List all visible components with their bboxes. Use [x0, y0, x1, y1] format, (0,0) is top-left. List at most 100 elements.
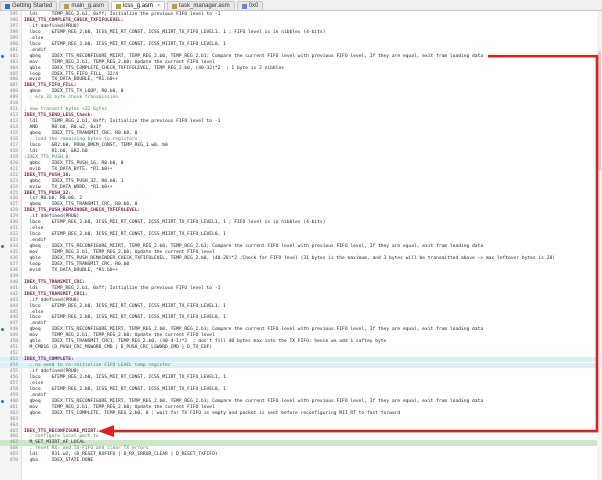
code-line[interactable]: 459 .endif: [0, 393, 602, 398]
code-text: qble IDEX_TTS_TRANSMIT_CRC1, TEMP_REG_2.…: [24, 339, 387, 345]
code-text: qbeq IDEX_TTS_TRANSMIT_CRC, R0.b0, 0: [24, 131, 138, 136]
code-line[interactable]: 468 ; reset RX- and TX-FIFO and clear TX…: [0, 446, 602, 451]
code-line[interactable]: 452: [0, 351, 602, 356]
code-line[interactable]: 467 M_SET_MIIRT_AF_LOCAL: [0, 440, 602, 446]
code-line[interactable]: 401 .endif: [0, 48, 602, 53]
code-line[interactable]: 463: [0, 417, 602, 422]
code-line[interactable]: 457 .else: [0, 381, 602, 386]
code-line[interactable]: 466 ; configure local port to: [0, 434, 602, 439]
code-line[interactable]: 396 IDEX_TTS_COMPLETE_CHECK_TXFIFOLEVEL:: [0, 18, 602, 23]
close-icon[interactable]: ×: [157, 2, 160, 11]
code-line[interactable]: 403 mov TEMP_REG_2.b1, TEMP_REG_2.b0; Up…: [0, 60, 602, 65]
code-line[interactable]: 404 qble IDEX_TTS_COMPLETE_CHECK_TXFIFOL…: [0, 66, 602, 71]
tab-icss-g-asm[interactable]: icss_g.asm ×: [111, 1, 165, 10]
code-label: IDEX_TTS_PUSH_REMAINDER_CHECK_TXFIFOLEVE…: [24, 208, 141, 214]
code-editor[interactable]: 395 ldi TEMP_REG_2.b1, 0xff; Initialize …: [0, 11, 602, 480]
code-line[interactable]: 461 mov TEMP_REG_2.b1, TEMP_REG_2.b0; Up…: [0, 405, 602, 410]
code-line[interactable]: 453 IDEX_TTS_COMPLETE:: [0, 357, 602, 363]
code-line[interactable]: 455 .if $defined(PRU0): [0, 369, 602, 374]
code-line[interactable]: 409 ; e/o 32 byte chunk transmission: [0, 95, 602, 100]
code-line[interactable]: 436 qble IDEX_TTS_PUSH_REMAINDER_CHECK_T…: [0, 256, 602, 261]
tab-0x0[interactable]: 0x0: [236, 1, 264, 10]
code-line[interactable]: 408 qbne IDEX_TTS_TX_LOOP, R0.b0, 0: [0, 89, 602, 94]
code-line[interactable]: 433 .endif: [0, 238, 602, 243]
code-line[interactable]: 458 lbco &TEMP_REG_2.b0, ICSS_MII_RT_CON…: [0, 387, 602, 392]
code-line[interactable]: 456 lbco &TEMP_REG_2.b0, ICSS_MII_RT_CON…: [0, 375, 602, 380]
code-line[interactable]: 410: [0, 101, 602, 106]
code-line[interactable]: 415 qbeq IDEX_TTS_TRANSMIT_CRC, R0.b0, 0: [0, 131, 602, 136]
code-line[interactable]: 447 .endif: [0, 321, 602, 326]
vertical-scrollbar[interactable]: [597, 11, 602, 480]
tab-task-manager-asm[interactable]: task_manager.asm: [166, 1, 235, 10]
code-line[interactable]: 432 lbco &TEMP_REG_2.b0, ICSS_MII_RT_CON…: [0, 232, 602, 237]
code-line[interactable]: 443 .if $defined(PRU0): [0, 298, 602, 303]
code-line[interactable]: 425 IDEX_TTS_PUSH_32:: [0, 191, 602, 196]
code-line[interactable]: 420 qbbc IDEX_TTS_PUSH_16, R0.b0, 0: [0, 161, 602, 166]
code-line[interactable]: 449 mov TEMP_REG_2.b1, TEMP_REG_2.b0; Up…: [0, 333, 602, 338]
line-number: 397: [9, 23, 18, 29]
code-line[interactable]: 405 loop IDEX_TTS_FIFO_FILL, 32/4: [0, 72, 602, 77]
scrollbar-thumb[interactable]: [598, 51, 601, 171]
code-line[interactable]: 470 qba IDEX_STATE_DONE: [0, 458, 602, 463]
code-line[interactable]: 462 qbne IDEX_TTS_COMPLETE, TEMP_REG_2.b…: [0, 411, 602, 416]
code-line[interactable]: 454 ; no need to re-initialize FIFO LEVE…: [0, 363, 602, 369]
code-line[interactable]: 435 mov TEMP_REG_2.b1, TEMP_REG_2.b0; Up…: [0, 250, 602, 255]
line-number: 406: [9, 77, 18, 83]
code-text: .if $defined(PRU0): [24, 214, 80, 220]
code-line[interactable]: 424 mviw TX_DATA_WORD, *R1.b0++: [0, 185, 602, 190]
code-line[interactable]: 440 IDEX_TTS_TRANSMIT_CRC:: [0, 280, 602, 285]
code-line[interactable]: 422 IDEX_TTS_PUSH_16:: [0, 173, 602, 178]
code-line[interactable]: 413 ldi TEMP_REG_2.b1, 0xff; Initialize …: [0, 119, 602, 124]
code-line[interactable]: 414 AND R0.b0, R0.w2, 0x1f: [0, 125, 602, 130]
code-line[interactable]: 402 qbeq IDEX_TTS_RECONFIGURE_MIIRT, TEM…: [0, 54, 602, 59]
code-line[interactable]: 460 qbeq IDEX_TTS_RECONFIGURE_MIIRT, TEM…: [0, 399, 602, 404]
line-number: 405: [9, 71, 18, 77]
code-line[interactable]: 448 qbeq IDEX_TTS_RECONFIGURE_MIIRT, TEM…: [0, 327, 602, 332]
code-line[interactable]: 399 .else: [0, 36, 602, 41]
code-line[interactable]: 397 .if $defined(PRU0): [0, 24, 602, 29]
code-line[interactable]: 421 mvib TX_DATA_BYTE, *R1.b0++: [0, 167, 602, 172]
code-line[interactable]: 416 ; load the remaining bytes to regist…: [0, 137, 602, 142]
code-line[interactable]: 419 ;IDEX_TTS_PUSH_8:: [0, 155, 602, 160]
code-line[interactable]: 430 lbco &TEMP_REG_2.b0, ICSS_MII_RT_CON…: [0, 220, 602, 225]
line-number: 398: [9, 29, 18, 35]
code-line[interactable]: 407 IDEX_TTS_FIFO_FILL:: [0, 83, 602, 88]
code-line[interactable]: 437 loop IDEX_TTS_TRANSMIT_CRC, R0.b0: [0, 262, 602, 267]
code-line[interactable]: 442 IDEX_TTS_TRANSMIT_CRC1:: [0, 292, 602, 297]
code-line[interactable]: 429 .if $defined(PRU0): [0, 214, 602, 219]
code-line[interactable]: 398 lbco &TEMP_REG_2.b0, ICSS_MII_RT_CON…: [0, 30, 602, 35]
code-text: M_SET_MIIRT_AF_LOCAL: [24, 440, 85, 446]
code-line[interactable]: 428 IDEX_TTS_PUSH_REMAINDER_CHECK_TXFIFOL…: [0, 208, 602, 213]
code-line[interactable]: 441 ldi TEMP_REG_2.b1, 0xff; Initialize …: [0, 286, 602, 291]
line-number: 399: [9, 35, 18, 41]
code-line[interactable]: 465 IDEX_TTS_RECONFIGURE_MIIRT:: [0, 429, 602, 434]
code-line[interactable]: 400 lbco &TEMP_REG_2.b0, ICSS_MII_RT_CON…: [0, 42, 602, 47]
tab-label: icss_g.asm: [123, 2, 154, 9]
code-line[interactable]: 406 mvid TX_DATA_DOUBLE, *R1.b0++: [0, 77, 602, 82]
code-line[interactable]: 423 qbbc IDEX_TTS_PUSH_32, R0.b0, 1: [0, 179, 602, 184]
code-line[interactable]: 469 ldi R31.w2, (D_RESET_RXFIFO | D_RX_E…: [0, 452, 602, 457]
code-line[interactable]: 464: [0, 423, 602, 428]
tab-main-g-asm[interactable]: main_g.asm: [59, 1, 110, 10]
code-line[interactable]: 446 lbco &TEMP_REG_2.b0, ICSS_MII_RT_CON…: [0, 315, 602, 320]
code-line[interactable]: 411 ; now transmit bytes <32 bytes: [0, 107, 602, 112]
code-line[interactable]: 444 lbco &TEMP_REG_2.b0, ICSS_MII_RT_CON…: [0, 304, 602, 309]
code-line[interactable]: 439: [0, 274, 602, 279]
code-line[interactable]: 431 .else: [0, 226, 602, 231]
code-line[interactable]: 445 .else: [0, 310, 602, 315]
code-line[interactable]: 438 mvid TX_DATA_DOUBLE, *R1.b0++: [0, 268, 602, 273]
line-number: 430: [9, 220, 18, 226]
code-line[interactable]: 451 M_CMD16 (D_PUSH_CRC_MSWORD_CMD | D_P…: [0, 345, 602, 350]
code-line[interactable]: 427 qbeq IDEX_TTS_TRANSMIT_CRC, R0.b0, 0: [0, 202, 602, 207]
code-line[interactable]: 395 ldi TEMP_REG_2.b1, 0xff; Initialize …: [0, 12, 602, 17]
code-line[interactable]: 450 qble IDEX_TTS_TRANSMIT_CRC1, TEMP_RE…: [0, 339, 602, 344]
code-line[interactable]: 417 lbco &R2.b0, PRU0_DMEM_CONST, TEMP_R…: [0, 143, 602, 148]
code-line[interactable]: 412 IDEX_TTS_SEND_LESS_Check:: [0, 113, 602, 118]
code-line[interactable]: 418 ldi R1.b0, &R2.b0: [0, 149, 602, 154]
line-number: 437: [9, 261, 18, 267]
tab-getting-started[interactable]: Getting Started: [0, 1, 58, 10]
code-text: lsr R0.b0, R0.b0, 2: [24, 196, 83, 202]
code-line[interactable]: 426 lsr R0.b0, R0.b0, 2: [0, 196, 602, 201]
code-line[interactable]: 434 qbeq IDEX_TTS_RECONFIGURE_MIIRT, TEM…: [0, 244, 602, 249]
line-number: 433: [9, 238, 18, 244]
